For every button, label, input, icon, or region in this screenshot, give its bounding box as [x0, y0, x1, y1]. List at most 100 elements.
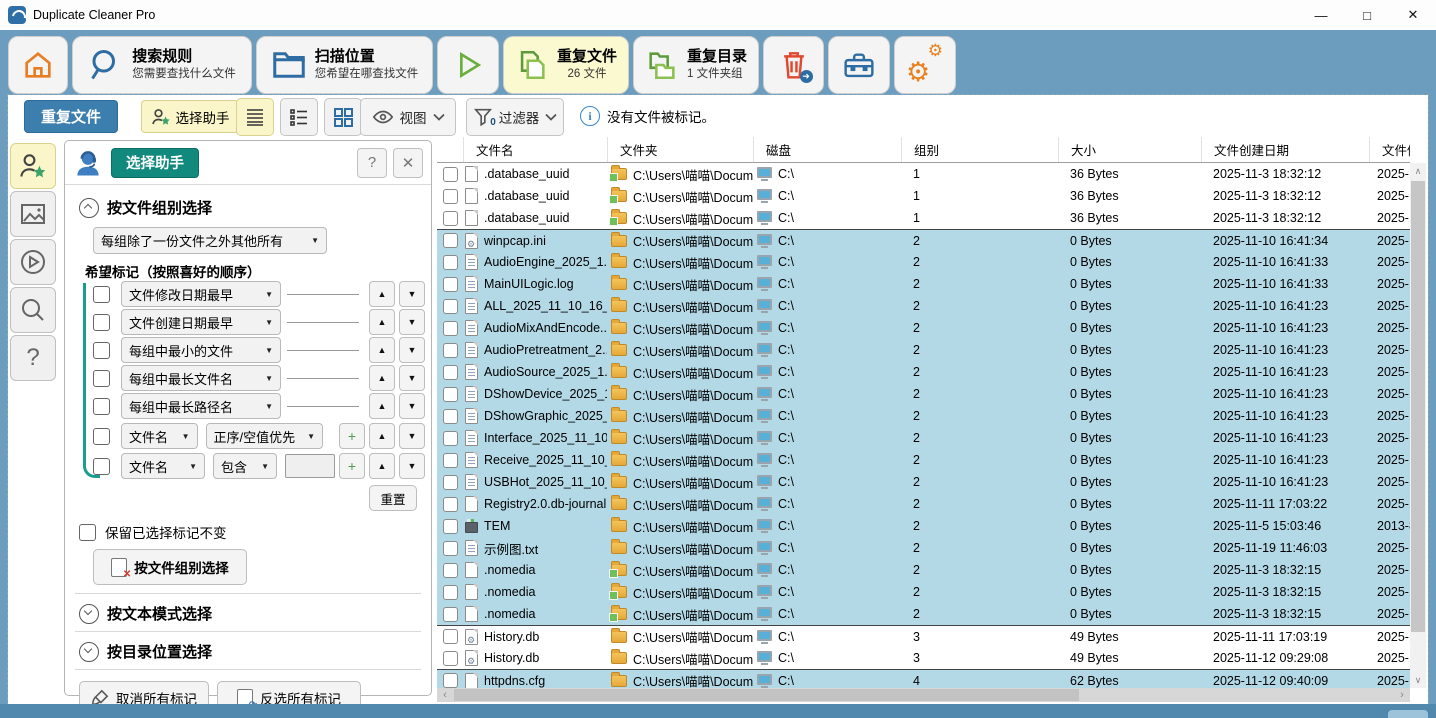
settings-button[interactable]: ⚙ ⚙	[894, 36, 956, 94]
delete-files-button[interactable]: ➜	[763, 36, 824, 94]
row-checkbox[interactable]	[443, 563, 458, 578]
table-row[interactable]: httpdns.cfg C:\Users\喵喵\Docum... C:\ 4 6…	[437, 669, 1410, 688]
vertical-scrollbar-thumb[interactable]	[1411, 181, 1425, 632]
move-down-button[interactable]: ▼	[399, 337, 425, 363]
field-dropdown[interactable]: 文件名▼	[121, 423, 198, 449]
rail-selection-assistant-button[interactable]	[10, 143, 56, 189]
row-checkbox[interactable]	[443, 541, 458, 556]
table-row[interactable]: History.db C:\Users\喵喵\Docum... C:\ 3 49…	[437, 647, 1410, 669]
row-checkbox[interactable]	[443, 519, 458, 534]
table-row[interactable]: Interface_2025_11_10... C:\Users\喵喵\Docu…	[437, 427, 1410, 449]
row-checkbox[interactable]	[443, 409, 458, 424]
horizontal-scrollbar-thumb[interactable]	[454, 689, 1079, 701]
table-row[interactable]: AudioMixAndEncode... C:\Users\喵喵\Docum..…	[437, 317, 1410, 339]
criteria-checkbox[interactable]	[93, 342, 110, 359]
table-row[interactable]: History.db C:\Users\喵喵\Docum... C:\ 3 49…	[437, 625, 1410, 647]
rail-media-preview-button[interactable]	[10, 239, 56, 285]
table-row[interactable]: AudioPretreatment_2... C:\Users\喵喵\Docum…	[437, 339, 1410, 361]
table-row[interactable]: .nomedia C:\Users\喵喵\Docum... C:\ 2 0 By…	[437, 581, 1410, 603]
header-modified[interactable]: 文件修改日期	[1369, 137, 1410, 162]
move-down-button[interactable]: ▼	[399, 309, 425, 335]
header-folder[interactable]: 文件夹	[607, 137, 753, 162]
add-criteria-button[interactable]: +	[339, 423, 365, 449]
criteria-dropdown[interactable]: 文件修改日期最早▼	[121, 281, 281, 307]
table-row[interactable]: Registry2.0.db-journal C:\Users\喵喵\Docum…	[437, 493, 1410, 515]
table-row[interactable]: DShowDevice_2025_1... C:\Users\喵喵\Docum.…	[437, 383, 1410, 405]
move-up-button[interactable]: ▲	[369, 309, 395, 335]
row-checkbox[interactable]	[443, 475, 458, 490]
criteria-checkbox[interactable]	[93, 314, 110, 331]
start-scan-button[interactable]	[437, 36, 499, 94]
table-row[interactable]: AudioSource_2025_1... C:\Users\喵喵\Docum.…	[437, 361, 1410, 383]
duplicate-files-tab[interactable]: 重复文件 26 文件	[503, 36, 629, 94]
table-row[interactable]: TEM C:\Users\喵喵\Docum... C:\ 2 0 Bytes 2…	[437, 515, 1410, 537]
search-rules-button[interactable]: 搜索规则 您需要查找什么文件	[72, 36, 252, 94]
table-row[interactable]: winpcap.ini C:\Users\喵喵\Docum... C:\ 2 0…	[437, 229, 1410, 251]
rail-search-button[interactable]	[10, 287, 56, 333]
contains-dropdown[interactable]: 包含▼	[213, 453, 277, 479]
row-checkbox[interactable]	[443, 497, 458, 512]
move-down-button[interactable]: ▼	[399, 423, 425, 449]
view-dropdown[interactable]: 视图	[360, 98, 456, 136]
row-checkbox[interactable]	[443, 673, 458, 688]
section-by-text-pattern[interactable]: 按文本模式选择	[79, 603, 212, 624]
group-mode-dropdown[interactable]: 每组除了一份文件之外其他所有▼	[93, 227, 327, 254]
table-row[interactable]: ALL_2025_11_10_16_4... C:\Users\喵喵\Docum…	[437, 295, 1410, 317]
row-checkbox[interactable]	[443, 651, 458, 666]
section-by-location[interactable]: 按目录位置选择	[79, 641, 212, 662]
row-checkbox[interactable]	[443, 255, 458, 270]
criteria-dropdown[interactable]: 每组中最小的文件▼	[121, 337, 281, 363]
row-checkbox[interactable]	[443, 585, 458, 600]
table-row[interactable]: DShowGraphic_2025_... C:\Users\喵喵\Docum.…	[437, 405, 1410, 427]
order-dropdown[interactable]: 正序/空值优先▼	[206, 423, 323, 449]
table-row[interactable]: .nomedia C:\Users\喵喵\Docum... C:\ 2 0 By…	[437, 603, 1410, 625]
criteria-dropdown[interactable]: 文件创建日期最早▼	[121, 309, 281, 335]
move-down-button[interactable]: ▼	[399, 365, 425, 391]
assistant-help-button[interactable]: ?	[357, 148, 387, 178]
criteria-checkbox[interactable]	[93, 370, 110, 387]
horizontal-scrollbar[interactable]: ‹ ›	[437, 688, 1410, 702]
move-up-button[interactable]: ▲	[369, 281, 395, 307]
header-size[interactable]: 大小	[1058, 137, 1201, 162]
move-down-button[interactable]: ▼	[399, 393, 425, 419]
pattern-input[interactable]	[285, 454, 335, 478]
minimize-button[interactable]: —	[1298, 0, 1344, 30]
criteria-checkbox[interactable]	[93, 398, 110, 415]
filter-dropdown[interactable]: 0 过滤器	[466, 98, 564, 136]
rail-help-button[interactable]: ?	[10, 335, 56, 381]
scroll-up-arrow[interactable]: ∧	[1410, 163, 1426, 179]
grid-view-button[interactable]	[324, 98, 362, 136]
criteria-dropdown[interactable]: 每组中最长路径名▼	[121, 393, 281, 419]
row-checkbox[interactable]	[443, 189, 458, 204]
move-down-button[interactable]: ▼	[399, 281, 425, 307]
duplicate-folders-tab[interactable]: 重复目录 1 文件夹组	[633, 36, 759, 94]
scroll-down-arrow[interactable]: ∨	[1410, 672, 1426, 688]
criteria-dropdown[interactable]: 每组中最长文件名▼	[121, 365, 281, 391]
scroll-left-arrow[interactable]: ‹	[437, 688, 453, 702]
table-row[interactable]: MainUILogic.log C:\Users\喵喵\Docum... C:\…	[437, 273, 1410, 295]
row-checkbox[interactable]	[443, 343, 458, 358]
header-disk[interactable]: 磁盘	[753, 137, 901, 162]
move-up-button[interactable]: ▲	[369, 393, 395, 419]
move-up-button[interactable]: ▲	[369, 423, 395, 449]
maximize-button[interactable]: □	[1344, 0, 1390, 30]
table-row[interactable]: .database_uuid C:\Users\喵喵\Docum... C:\ …	[437, 185, 1410, 207]
duplicate-files-tab-label[interactable]: 重复文件	[24, 100, 118, 133]
vertical-scrollbar[interactable]: ∧ ∨	[1410, 163, 1426, 688]
assistant-close-button[interactable]: ✕	[393, 148, 423, 178]
toolbox-button[interactable]	[828, 36, 890, 94]
table-row[interactable]: .database_uuid C:\Users\喵喵\Docum... C:\ …	[437, 207, 1410, 229]
row-checkbox[interactable]	[443, 277, 458, 292]
move-down-button[interactable]: ▼	[399, 453, 425, 479]
move-up-button[interactable]: ▲	[369, 453, 395, 479]
row-checkbox[interactable]	[443, 365, 458, 380]
field-dropdown[interactable]: 文件名▼	[121, 453, 205, 479]
rail-image-view-button[interactable]	[10, 191, 56, 237]
apply-group-selection-button[interactable]: ✕ 按文件组别选择	[93, 549, 247, 585]
row-checkbox[interactable]	[443, 431, 458, 446]
header-group[interactable]: 组别	[901, 137, 1058, 162]
move-up-button[interactable]: ▲	[369, 337, 395, 363]
header-filename[interactable]: 文件名	[463, 137, 607, 162]
criteria-checkbox[interactable]	[93, 428, 110, 445]
criteria-checkbox[interactable]	[93, 458, 110, 475]
